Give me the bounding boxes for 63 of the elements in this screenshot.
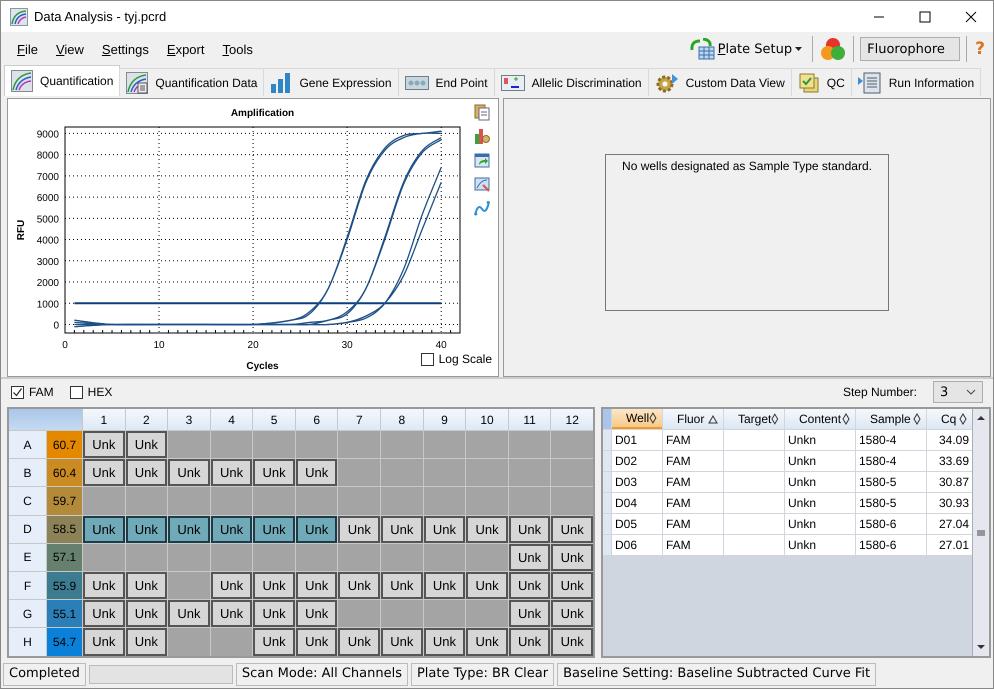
table-cell: 1580-4 xyxy=(856,451,926,471)
axis-tick-label: 20 xyxy=(248,340,259,351)
axis-tick-label: 9000 xyxy=(36,129,59,140)
axis-tick-label: 4000 xyxy=(36,236,59,247)
table-cell: 33.69 xyxy=(927,451,972,471)
axis-tick-label: 7000 xyxy=(36,172,59,183)
table-cell: D01 xyxy=(612,430,662,450)
table-cell: 1580-5 xyxy=(856,472,926,492)
table-cell: FAM xyxy=(663,472,723,492)
temperature-cell: 60.4 xyxy=(47,459,82,486)
table-cell: 1580-6 xyxy=(856,514,926,534)
table-cell: Unkn xyxy=(785,451,855,471)
table-cell: 30.87 xyxy=(927,472,972,492)
window-title: Data Analysis - tyj.pcrd xyxy=(34,9,166,24)
table-cell: FAM xyxy=(663,430,723,450)
axis-title: RFU xyxy=(16,220,27,240)
table-cell: D06 xyxy=(612,535,662,555)
axis-tick-label: 0 xyxy=(62,340,68,351)
status-text: Completed xyxy=(3,662,86,686)
table-cell: Unkn xyxy=(785,430,855,450)
chart-title: Amplification xyxy=(230,108,294,119)
table-cell: D05 xyxy=(612,514,662,534)
scan-mode-text: Scan Mode: All Channels xyxy=(236,662,408,686)
axis-title: Cycles xyxy=(246,361,279,372)
table-cell: D04 xyxy=(612,493,662,513)
axis-tick-label: 0 xyxy=(53,320,59,332)
empty-message: No wells designated as Sample Type standard. xyxy=(622,159,872,175)
axis-tick-label: 1000 xyxy=(36,299,59,310)
temperature-cell: 57.1 xyxy=(47,544,82,571)
temperature-cell: 59.7 xyxy=(47,487,82,515)
axis-tick-label: 8000 xyxy=(36,150,59,162)
table-cell: FAM xyxy=(663,451,723,471)
table-cell: 34.09 xyxy=(927,430,972,450)
axis-tick-label: 30 xyxy=(342,340,353,351)
plate-type-text: Plate Type: BR Clear xyxy=(410,662,554,686)
table-cell: 1580-4 xyxy=(856,430,926,450)
table-cell: FAM xyxy=(663,493,723,513)
temperature-cell: 60.7 xyxy=(47,431,82,458)
temperature-cell: 55.1 xyxy=(47,600,82,628)
temperature-cell: 55.9 xyxy=(47,572,82,600)
table-cell: 27.01 xyxy=(927,535,972,555)
step-number-label: Step Number: xyxy=(842,385,917,399)
table-cell: D03 xyxy=(612,472,662,492)
axis-tick-label: 2000 xyxy=(36,278,59,290)
table-cell: FAM xyxy=(663,514,723,534)
temperature-cell: 58.5 xyxy=(47,516,82,543)
table-cell: Unkn xyxy=(785,472,855,492)
baseline-setting-text: Baseline Setting: Baseline Subtracted Curve Fit xyxy=(557,662,876,686)
table-cell: FAM xyxy=(663,535,723,555)
axis-tick-label: 10 xyxy=(153,340,165,351)
axis-tick-label: 6000 xyxy=(36,193,59,204)
table-cell: 30.93 xyxy=(927,493,972,513)
table-cell: 27.04 xyxy=(927,514,972,534)
table-cell: 1580-6 xyxy=(856,535,926,555)
table-cell: 1580-5 xyxy=(856,493,926,513)
table-cell: D02 xyxy=(612,451,662,471)
axis-tick-label: 3000 xyxy=(36,256,59,268)
table-cell: Unkn xyxy=(785,493,855,513)
table-cell: Unkn xyxy=(785,535,855,555)
table-cell: Unkn xyxy=(785,514,855,534)
temperature-cell: 54.7 xyxy=(47,628,82,656)
axis-tick-label: 40 xyxy=(436,340,447,351)
axis-tick-label: 5000 xyxy=(36,214,59,226)
